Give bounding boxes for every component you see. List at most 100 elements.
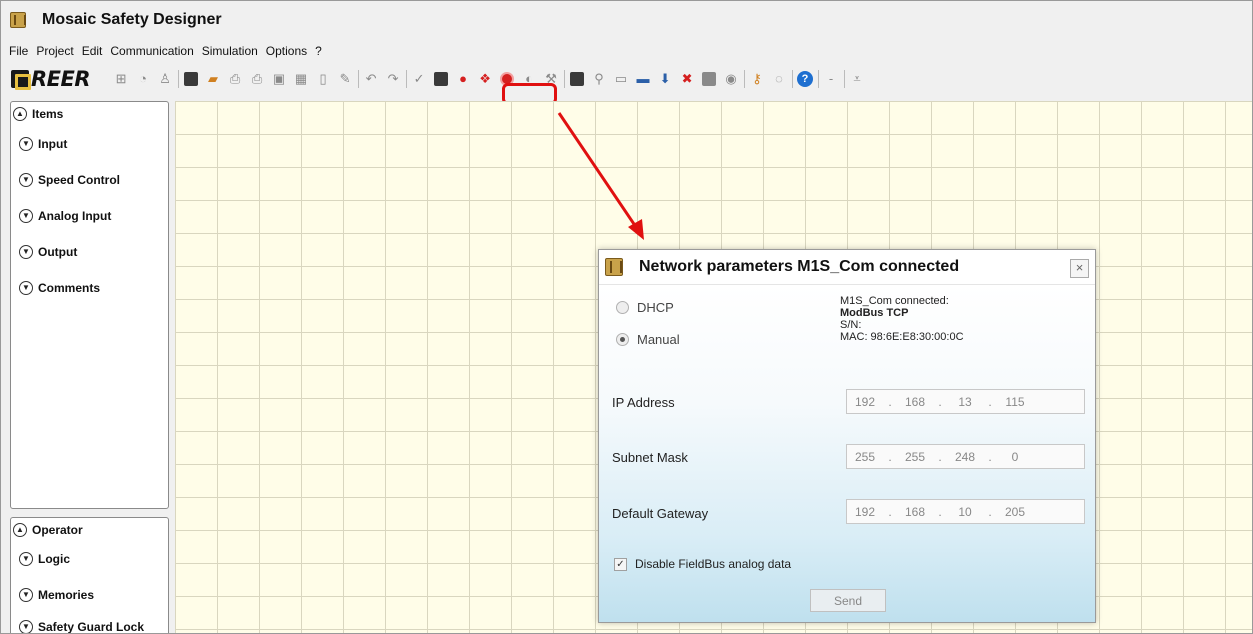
print-icon[interactable]: ⎙ bbox=[226, 70, 244, 88]
expand-icon: ▼ bbox=[19, 245, 33, 259]
user-icon[interactable]: ♙ bbox=[156, 70, 174, 88]
menu-help[interactable]: ? bbox=[311, 44, 326, 58]
default-gateway-label: Default Gateway bbox=[612, 506, 709, 521]
toolbar-buttons: ⊞ ◔ ♙ ▰ ⎙ ⎙ ▣ ▦ ▯ ✎ ↶ ↷ ✓ ● ❖ ◐ ⚒ ⚲ ▭ ▬ … bbox=[112, 70, 870, 88]
expand-icon: ▼ bbox=[19, 173, 33, 187]
device-info: M1S_Com connected: ModBus TCP S/N: MAC: … bbox=[840, 295, 964, 343]
group-analog-input[interactable]: ▼ Analog Input bbox=[11, 198, 168, 234]
toolbar-separator bbox=[818, 70, 820, 88]
group-comments[interactable]: ▼ Comments bbox=[11, 270, 168, 306]
group-label: Safety Guard Lock bbox=[38, 620, 145, 634]
download-icon[interactable]: ⬇ bbox=[656, 70, 674, 88]
toolbar-separator bbox=[792, 70, 794, 88]
toolbar-separator bbox=[178, 70, 180, 88]
expand-icon: ▼ bbox=[19, 620, 33, 633]
dhcp-label: DHCP bbox=[637, 300, 674, 315]
close-button[interactable]: × bbox=[1070, 259, 1089, 278]
save-icon[interactable] bbox=[182, 70, 200, 88]
record-icon[interactable]: ◉ bbox=[722, 70, 740, 88]
fieldbus-icon[interactable]: ❖ bbox=[476, 70, 494, 88]
group-output[interactable]: ▼ Output bbox=[11, 234, 168, 270]
password-icon[interactable]: ⚷ bbox=[748, 70, 766, 88]
menu-communication[interactable]: Communication bbox=[106, 44, 197, 58]
protocol: ModBus TCP bbox=[840, 307, 909, 319]
help-icon[interactable]: ? bbox=[796, 70, 814, 88]
collapse-icon: ▲ bbox=[13, 107, 27, 121]
checkmark-icon: ✓ bbox=[614, 557, 627, 571]
disconnect-icon[interactable]: ✖ bbox=[678, 70, 696, 88]
items-header[interactable]: ▲ Items bbox=[11, 102, 168, 126]
disable-fieldbus-checkbox[interactable]: ✓ Disable FieldBus analog data bbox=[614, 557, 791, 571]
lock-icon[interactable]: ◌ bbox=[770, 70, 788, 88]
print-label-icon[interactable]: ▣ bbox=[270, 70, 288, 88]
octet: 168 bbox=[904, 504, 926, 519]
subnet-mask-label: Subnet Mask bbox=[612, 450, 688, 465]
toolbar-separator bbox=[844, 70, 846, 88]
operator-header[interactable]: ▲ Operator bbox=[11, 518, 168, 542]
radio-checked-icon bbox=[616, 333, 629, 346]
toolbar-separator bbox=[358, 70, 360, 88]
menu-options[interactable]: Options bbox=[262, 44, 311, 58]
dhcp-radio[interactable]: DHCP bbox=[616, 300, 674, 315]
print-preview-icon[interactable]: ⎙ bbox=[248, 70, 266, 88]
menu-project[interactable]: Project bbox=[32, 44, 77, 58]
group-label: Output bbox=[38, 245, 78, 259]
open-folder-icon[interactable]: ▰ bbox=[204, 70, 222, 88]
mosaic-app-icon bbox=[605, 258, 623, 276]
grid-icon[interactable]: ▦ bbox=[292, 70, 310, 88]
send-button[interactable]: Send bbox=[810, 589, 886, 612]
document-icon[interactable]: ▯ bbox=[314, 70, 332, 88]
ip-address-input[interactable]: 192. 168. 13. 115 bbox=[846, 389, 1085, 414]
title-bar: Mosaic Safety Designer bbox=[1, 1, 1252, 38]
group-logic[interactable]: ▼ Logic bbox=[11, 542, 168, 576]
expand-icon: ▼ bbox=[19, 588, 33, 602]
operator-panel: ▲ Operator ▼ Logic ▼ Memories ▼ Safety G… bbox=[10, 517, 169, 634]
new-project-icon[interactable]: ⊞ bbox=[112, 70, 130, 88]
group-input[interactable]: ▼ Input bbox=[11, 126, 168, 162]
reer-logo-icon bbox=[11, 70, 31, 90]
edit-config-icon[interactable]: ◔ bbox=[134, 70, 152, 88]
default-gateway-input[interactable]: 192. 168. 10. 205 bbox=[846, 499, 1085, 524]
validate-icon[interactable]: ✓ bbox=[410, 70, 428, 88]
menu-edit[interactable]: Edit bbox=[78, 44, 107, 58]
expand-icon: ▼ bbox=[19, 209, 33, 223]
octet: 13 bbox=[958, 394, 972, 409]
module-icon[interactable] bbox=[700, 70, 718, 88]
download-config-icon[interactable] bbox=[432, 70, 450, 88]
menu-simulation[interactable]: Simulation bbox=[198, 44, 262, 58]
octet: 168 bbox=[904, 394, 926, 409]
menu-file[interactable]: File bbox=[5, 44, 32, 58]
octet: 192 bbox=[854, 504, 876, 519]
manual-radio[interactable]: Manual bbox=[616, 332, 680, 347]
serial-number: S/N: bbox=[840, 319, 862, 331]
edit-pencil-icon[interactable]: ✎ bbox=[336, 70, 354, 88]
octet: 192 bbox=[854, 394, 876, 409]
expand-icon: ▼ bbox=[19, 137, 33, 151]
clipboard-icon[interactable]: ▭ bbox=[612, 70, 630, 88]
network-parameters-icon[interactable]: ● bbox=[454, 70, 472, 88]
mosaic-app-icon bbox=[10, 11, 26, 28]
monitor-icon[interactable] bbox=[568, 70, 586, 88]
app-window: Mosaic Safety Designer File Project Edit… bbox=[0, 0, 1253, 634]
menu-bar: File Project Edit Communication Simulati… bbox=[1, 41, 1252, 61]
connect-icon[interactable]: ▬ bbox=[634, 70, 652, 88]
group-safety-guard-lock[interactable]: ▼ Safety Guard Lock bbox=[11, 614, 168, 634]
network-parameters-dialog: Network parameters M1S_Com connected × D… bbox=[598, 249, 1096, 623]
group-speed-control[interactable]: ▼ Speed Control bbox=[11, 162, 168, 198]
device-name: M1S_Com connected: bbox=[840, 295, 949, 307]
items-header-label: Items bbox=[32, 107, 64, 121]
toolbar-separator bbox=[744, 70, 746, 88]
manual-label: Manual bbox=[637, 332, 680, 347]
toolbar-overflow[interactable]: - bbox=[822, 70, 840, 88]
undo-icon[interactable]: ↶ bbox=[362, 70, 380, 88]
redo-icon[interactable]: ↷ bbox=[384, 70, 402, 88]
octet: 10 bbox=[958, 504, 972, 519]
dialog-title: Network parameters M1S_Com connected bbox=[639, 258, 960, 275]
group-label: Comments bbox=[38, 281, 101, 295]
subnet-mask-input[interactable]: 255. 255. 248. 0 bbox=[846, 444, 1085, 469]
zoom-icon[interactable]: ⚲ bbox=[590, 70, 608, 88]
items-panel: ▲ Items ▼ Input ▼ Speed Control ▼ Analog… bbox=[10, 101, 169, 509]
octet: 255 bbox=[854, 449, 876, 464]
group-memories[interactable]: ▼ Memories bbox=[11, 576, 168, 614]
toolbar-dropdown-icon[interactable]: ⩡ bbox=[848, 70, 866, 88]
